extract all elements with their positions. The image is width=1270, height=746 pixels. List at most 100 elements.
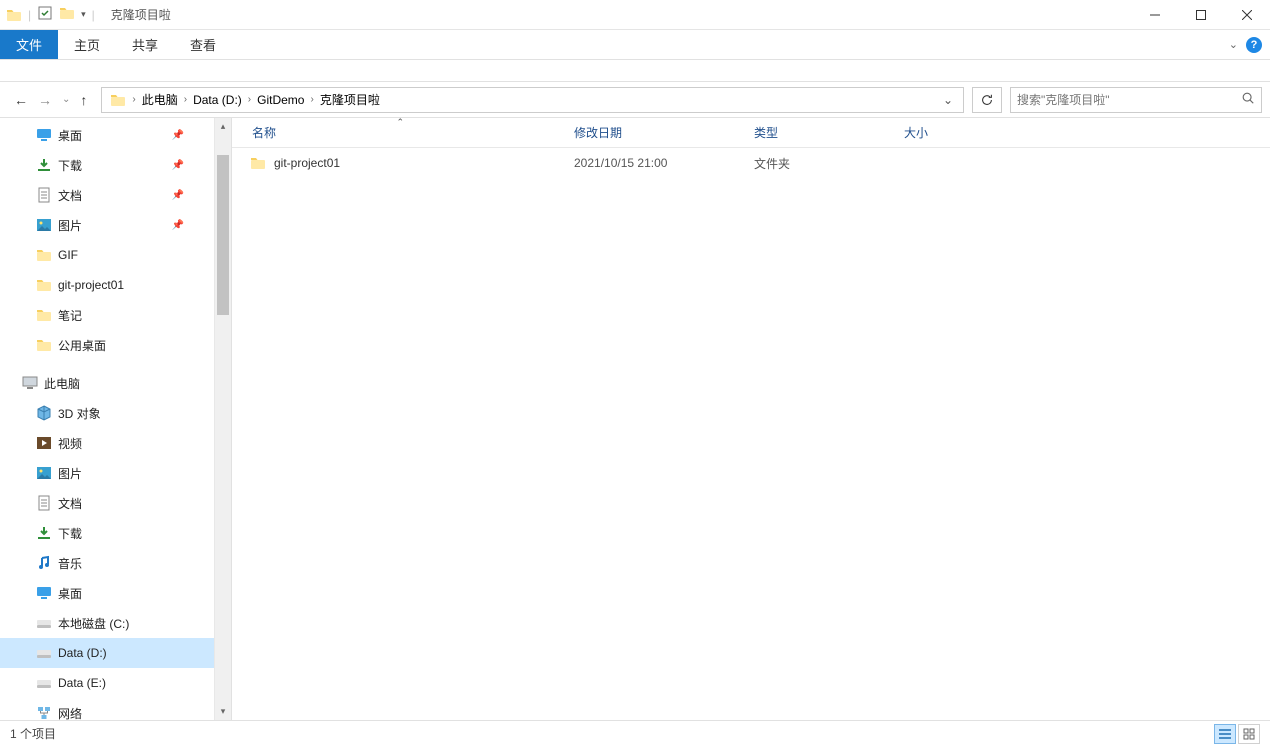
sidebar-item-label: Data (D:) (58, 646, 107, 660)
sidebar-pc-item[interactable]: Data (D:) (0, 638, 214, 668)
address-bar[interactable]: › 此电脑 › Data (D:) › GitDemo › 克隆项目啦 ⌄ (101, 87, 964, 113)
column-name[interactable]: 名称 ⌃ (232, 118, 562, 147)
cell-name: git-project01 (232, 155, 562, 171)
sidebar-pc-item[interactable]: 视频 (0, 428, 214, 458)
pictures-icon (36, 217, 52, 233)
titlebar: | ▾ | 克隆项目啦 (0, 0, 1270, 30)
qat-properties-icon[interactable] (37, 5, 53, 24)
sidebar-item-label: 网络 (58, 705, 82, 721)
column-size[interactable]: 大小 (892, 118, 1012, 147)
breadcrumb-chevron-icon[interactable]: › (246, 94, 253, 105)
ribbon-collapse-icon[interactable]: ⌄ (1229, 38, 1238, 51)
sidebar-pc-item[interactable]: 网络 (0, 698, 214, 720)
qat-newfolder-icon[interactable] (59, 5, 75, 24)
pin-icon: 📌 (172, 190, 184, 201)
breadcrumb-label: GitDemo (257, 93, 304, 107)
breadcrumb-seg-3[interactable]: 克隆项目啦 (316, 88, 384, 112)
breadcrumb-seg-1[interactable]: Data (D:) (189, 88, 246, 112)
sidebar-item-label: 本地磁盘 (C:) (58, 615, 129, 632)
breadcrumb-seg-2[interactable]: GitDemo (253, 88, 308, 112)
column-type[interactable]: 类型 (742, 118, 892, 147)
search-input[interactable] (1017, 93, 1241, 107)
ribbon-tab-view[interactable]: 查看 (174, 30, 232, 59)
sidebar-quick-item[interactable]: 图片📌 (0, 210, 214, 240)
sidebar-scrollbar[interactable]: ▴ ▾ (214, 118, 231, 720)
sidebar-quick-item[interactable]: 桌面📌 (0, 120, 214, 150)
sidebar-pc-item[interactable]: 音乐 (0, 548, 214, 578)
folder-icon (250, 155, 266, 171)
search-box[interactable] (1010, 87, 1262, 113)
status-bar: 1 个项目 (0, 720, 1270, 746)
sidebar-item-label: 视频 (58, 435, 82, 452)
downloads-icon (36, 157, 52, 173)
sidebar-pc-item[interactable]: 文档 (0, 488, 214, 518)
sidebar-pc-item[interactable]: 桌面 (0, 578, 214, 608)
sidebar-item-label: 桌面 (58, 585, 82, 602)
address-root-icon[interactable] (106, 88, 130, 112)
sidebar-quick-item[interactable]: 下载📌 (0, 150, 214, 180)
sidebar-item-label: 此电脑 (44, 375, 80, 392)
sidebar-item-label: 公用桌面 (58, 337, 106, 354)
maximize-button[interactable] (1178, 0, 1224, 30)
sidebar-quick-item[interactable]: GIF (0, 240, 214, 270)
minimize-button[interactable] (1132, 0, 1178, 30)
sidebar-item-label: 文档 (58, 187, 82, 204)
folder-icon (36, 337, 52, 353)
table-row[interactable]: git-project01 2021/10/15 21:00 文件夹 (232, 148, 1270, 178)
breadcrumb-label: 此电脑 (142, 91, 178, 108)
column-label: 名称 (252, 124, 276, 141)
disk-icon (36, 675, 52, 691)
address-dropdown-icon[interactable]: ⌄ (937, 93, 959, 107)
app-folder-icon (6, 7, 22, 23)
sidebar-item-label: 下载 (58, 157, 82, 174)
window-title: 克隆项目啦 (111, 6, 171, 23)
search-icon[interactable] (1241, 91, 1255, 108)
desktop-icon (36, 127, 52, 143)
close-button[interactable] (1224, 0, 1270, 30)
address-root-chevron-icon[interactable]: › (130, 94, 137, 105)
sidebar-pc-item[interactable]: Data (E:) (0, 668, 214, 698)
breadcrumb-chevron-icon[interactable]: › (182, 94, 189, 105)
view-thumbnails-button[interactable] (1238, 724, 1260, 744)
sidebar-pc-item[interactable]: 本地磁盘 (C:) (0, 608, 214, 638)
back-button[interactable]: ← (14, 92, 28, 108)
pc-icon (22, 375, 38, 391)
scroll-down-icon[interactable]: ▾ (215, 703, 231, 720)
sidebar-pc-item[interactable]: 图片 (0, 458, 214, 488)
folder-icon (36, 307, 52, 323)
documents-icon (36, 495, 52, 511)
ribbon-tab-home[interactable]: 主页 (58, 30, 116, 59)
pin-icon: 📌 (172, 130, 184, 141)
sidebar-item-label: 笔记 (58, 307, 82, 324)
sidebar-pc-item[interactable]: 下载 (0, 518, 214, 548)
qat-separator: | (28, 8, 31, 22)
column-label: 类型 (754, 124, 778, 141)
scroll-thumb[interactable] (217, 155, 229, 315)
view-details-button[interactable] (1214, 724, 1236, 744)
refresh-button[interactable] (972, 87, 1002, 113)
forward-button[interactable]: → (38, 92, 52, 108)
scroll-track[interactable] (215, 135, 231, 703)
sidebar-this-pc[interactable]: 此电脑 (0, 368, 214, 398)
sidebar-pc-item[interactable]: 3D 对象 (0, 398, 214, 428)
ribbon-tab-share[interactable]: 共享 (116, 30, 174, 59)
scroll-up-icon[interactable]: ▴ (215, 118, 231, 135)
sidebar-quick-item[interactable]: 公用桌面 (0, 330, 214, 360)
sidebar-item-label: 下载 (58, 525, 82, 542)
breadcrumb-label: Data (D:) (193, 93, 242, 107)
sidebar-quick-item[interactable]: 笔记 (0, 300, 214, 330)
up-button[interactable]: ↑ (80, 92, 87, 108)
recent-dropdown-icon[interactable]: ⌄ (62, 94, 70, 105)
qat-dropdown-icon[interactable]: ▾ (81, 9, 86, 20)
column-date[interactable]: 修改日期 (562, 118, 742, 147)
breadcrumb-chevron-icon[interactable]: › (308, 94, 315, 105)
column-label: 修改日期 (574, 124, 622, 141)
sidebar-item-label: 图片 (58, 465, 82, 482)
sidebar-quick-item[interactable]: git-project01 (0, 270, 214, 300)
breadcrumb-seg-0[interactable]: 此电脑 (138, 88, 182, 112)
sidebar-quick-item[interactable]: 文档 📌 (0, 180, 214, 210)
nav-row: ← → ⌄ ↑ › 此电脑 › Data (D:) › GitDemo › 克隆… (0, 82, 1270, 118)
help-icon[interactable]: ? (1246, 37, 1262, 53)
main-area: 桌面📌下载📌文档📌图片📌GIFgit-project01笔记公用桌面此电脑3D … (0, 118, 1270, 720)
ribbon-tab-file[interactable]: 文件 (0, 30, 58, 59)
